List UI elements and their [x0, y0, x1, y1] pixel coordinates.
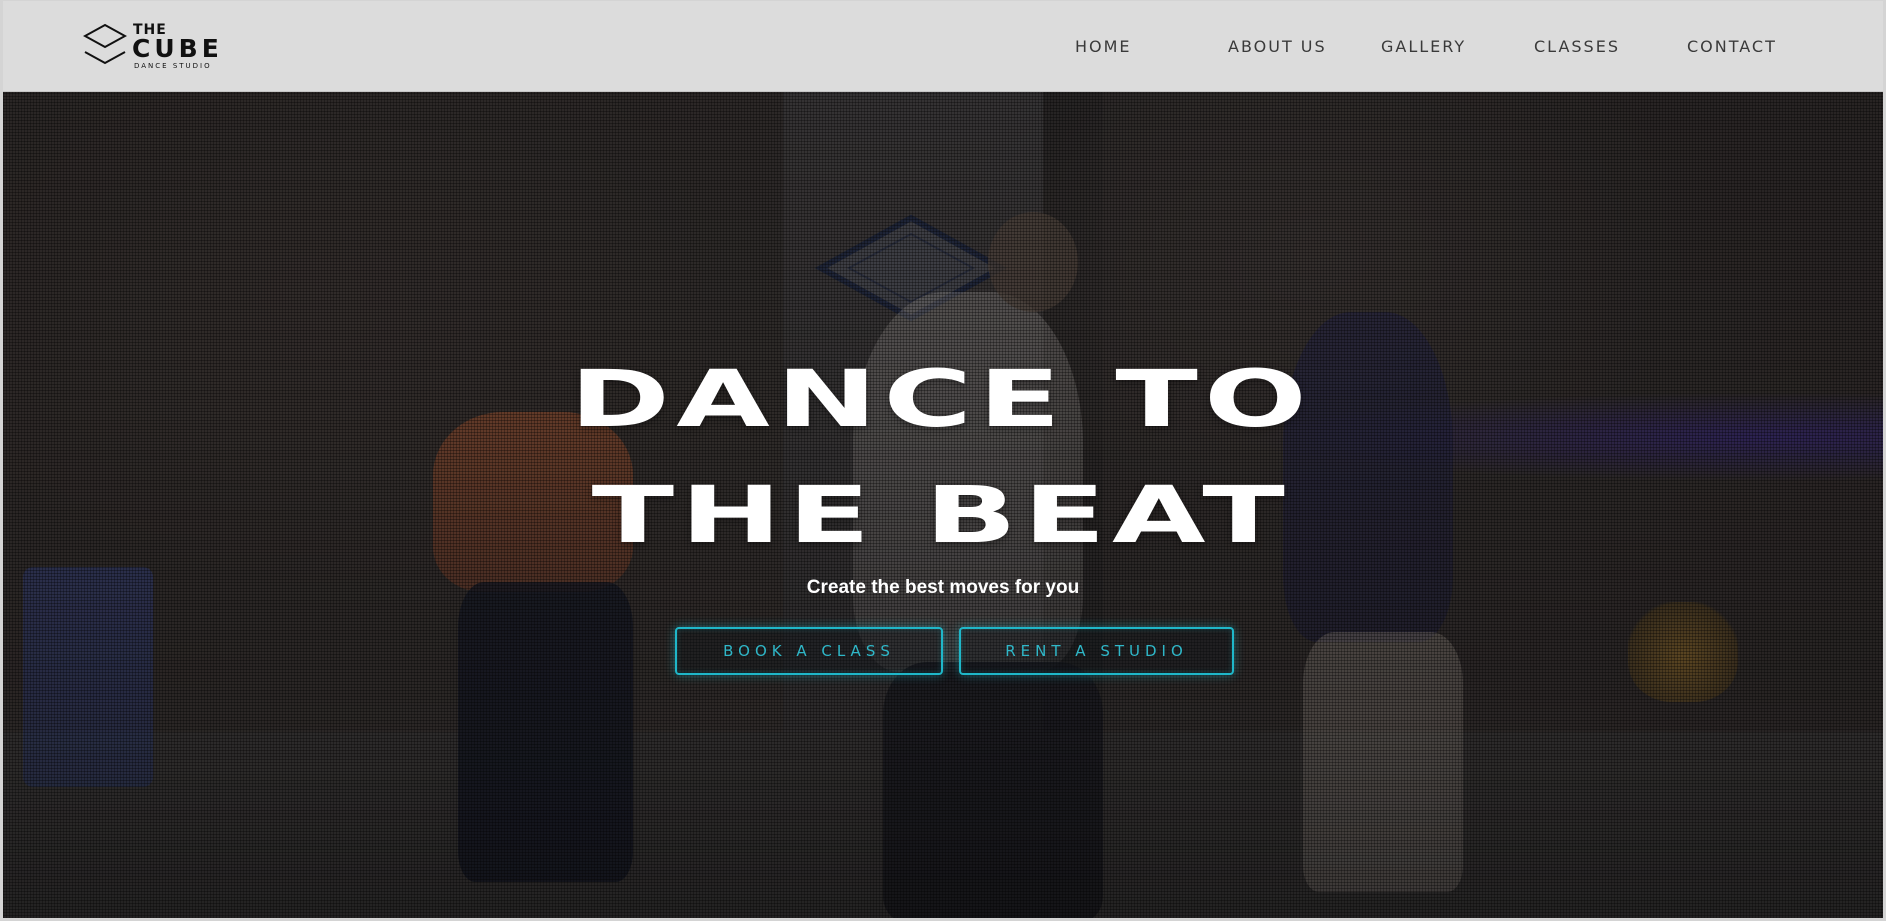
hero-section: DANCE TO THE BEAT Create the best moves … [3, 92, 1883, 918]
nav-item-gallery[interactable]: GALLERY [1381, 37, 1466, 57]
rent-a-studio-button[interactable]: RENT A STUDIO [959, 627, 1234, 675]
nav-item-classes[interactable]: CLASSES [1534, 37, 1620, 57]
hero-title-line-2: THE BEAT [591, 471, 1292, 561]
hero-title-line-1: DANCE TO [569, 355, 1314, 445]
nav-item-about-us[interactable]: ABOUT US [1228, 37, 1327, 57]
nav-item-home[interactable]: HOME [1075, 37, 1132, 57]
hero-title: DANCE TO THE BEAT [3, 342, 1883, 574]
main-nav: HOME ABOUT US GALLERY CLASSES CONTACT [3, 37, 1883, 59]
hero-subtitle: Create the best moves for you [806, 577, 1080, 598]
page: THE CUBE DANCE STUDIO HOME ABOUT US GALL… [0, 0, 1886, 921]
site-header: THE CUBE DANCE STUDIO HOME ABOUT US GALL… [3, 1, 1883, 92]
nav-item-contact[interactable]: CONTACT [1687, 37, 1777, 57]
logo-subtitle: DANCE STUDIO [134, 62, 212, 70]
book-a-class-button[interactable]: BOOK A CLASS [675, 627, 943, 675]
